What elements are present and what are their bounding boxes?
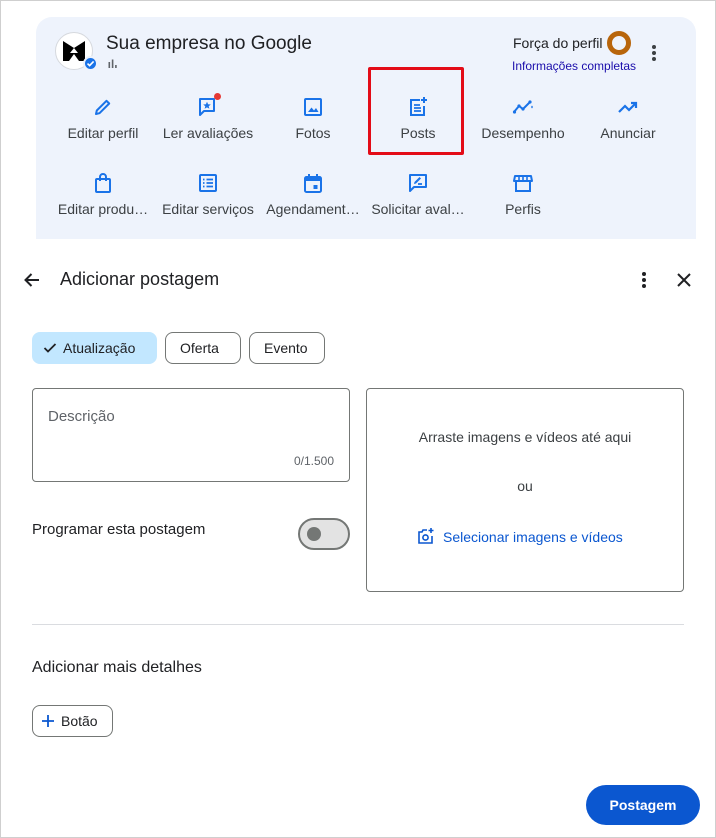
chip-offer[interactable]: Oferta xyxy=(165,332,241,364)
action-label: Fotos xyxy=(295,125,331,141)
drop-zone-or: ou xyxy=(517,478,533,494)
action-advertise[interactable]: Anunciar xyxy=(576,95,680,141)
action-label: Perfis xyxy=(505,201,541,217)
profile-strength-ring-icon xyxy=(607,31,631,55)
more-details-heading: Adicionar mais detalhes xyxy=(32,659,202,676)
toggle-knob xyxy=(307,527,321,541)
action-profiles[interactable]: Perfis xyxy=(471,171,575,217)
schedule-toggle[interactable] xyxy=(298,518,350,550)
form-title: Adicionar postagem xyxy=(60,269,220,289)
shopping-bag-icon xyxy=(95,173,111,193)
request-review-icon xyxy=(409,174,427,192)
business-name: Sua empresa no Google xyxy=(106,33,312,54)
media-drop-zone[interactable]: Arraste imagens e vídeos até aqui ou Sel… xyxy=(366,388,684,592)
action-label: Anunciar xyxy=(600,125,656,141)
action-request-reviews[interactable]: Solicitar aval… xyxy=(366,171,470,217)
action-label: Editar serviços xyxy=(162,201,254,217)
action-label: Agendament… xyxy=(266,201,360,217)
action-read-reviews[interactable]: Ler avaliações xyxy=(156,95,260,141)
action-label: Ler avaliações xyxy=(162,125,254,141)
profile-complete-link[interactable]: Informações completas xyxy=(512,59,636,73)
chip-event[interactable]: Evento xyxy=(249,332,325,364)
description-field[interactable]: Descrição 0/1.500 xyxy=(32,388,350,482)
action-bookings[interactable]: Agendament… xyxy=(261,171,365,217)
character-counter: 0/1.500 xyxy=(293,454,334,468)
chip-label: Evento xyxy=(264,340,308,356)
performance-icon xyxy=(512,100,533,114)
schedule-label: Programar esta postagem xyxy=(32,521,206,538)
select-media-link[interactable]: Selecionar imagens e vídeos xyxy=(417,528,623,547)
action-label: Editar produ… xyxy=(57,201,149,217)
action-edit-products[interactable]: Editar produ… xyxy=(51,171,155,217)
form-more-options-icon[interactable] xyxy=(636,270,652,290)
back-arrow-icon[interactable] xyxy=(22,270,42,290)
trending-up-icon xyxy=(618,101,638,113)
plus-icon xyxy=(42,715,54,728)
storefront-icon xyxy=(513,175,533,192)
verified-badge-icon xyxy=(83,56,98,71)
section-divider xyxy=(32,624,684,625)
posts-highlight-box xyxy=(368,67,464,155)
action-edit-services[interactable]: Editar serviços xyxy=(156,171,260,217)
chip-label: Atualização xyxy=(63,340,136,356)
action-label: Editar perfil xyxy=(67,125,139,141)
action-label: Desempenho xyxy=(481,125,565,141)
list-icon xyxy=(199,174,217,192)
drop-zone-text: Arraste imagens e vídeos até aqui xyxy=(418,429,632,445)
check-icon xyxy=(43,343,57,354)
chip-update[interactable]: Atualização xyxy=(32,332,157,364)
description-placeholder: Descrição xyxy=(48,408,115,425)
action-photos[interactable]: Fotos xyxy=(261,95,365,141)
add-button-label: Botão xyxy=(61,713,98,729)
submit-post-button[interactable]: Postagem xyxy=(586,785,700,825)
add-button-button[interactable]: Botão xyxy=(32,705,113,737)
notification-dot xyxy=(214,93,221,100)
chip-label: Oferta xyxy=(180,340,219,356)
add-photo-icon xyxy=(418,528,434,545)
calendar-icon xyxy=(304,174,322,193)
pencil-icon xyxy=(95,99,111,115)
action-performance[interactable]: Desempenho xyxy=(471,95,575,141)
more-options-icon[interactable] xyxy=(644,43,664,63)
action-edit-profile[interactable]: Editar perfil xyxy=(51,95,155,141)
select-media-label: Selecionar imagens e vídeos xyxy=(443,529,623,545)
insights-icon[interactable] xyxy=(108,59,118,69)
profile-strength-label: Força do perfil xyxy=(513,35,603,51)
close-icon[interactable] xyxy=(674,270,694,290)
action-label: Solicitar aval… xyxy=(371,201,465,217)
photo-icon xyxy=(304,98,322,116)
